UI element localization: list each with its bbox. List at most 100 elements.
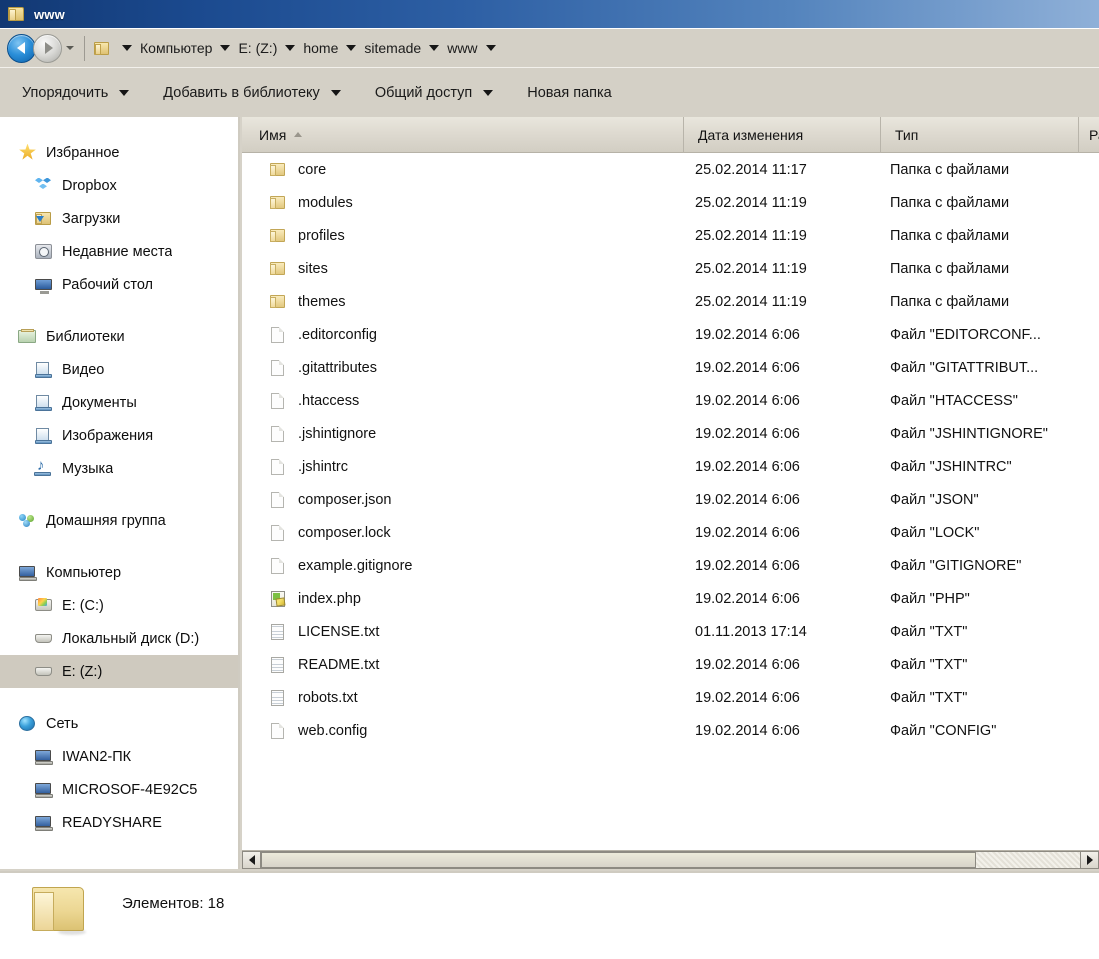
sidebar-group-homegroup[interactable]: Домашняя группа <box>0 504 238 537</box>
table-row[interactable]: robots.txt 19.02.2014 6:06 Файл "TXT" <box>242 681 1099 714</box>
horizontal-scrollbar[interactable] <box>242 850 1099 869</box>
toolbar-organize-button[interactable]: Упорядочить <box>22 84 130 101</box>
sidebar-item-desktop[interactable]: Рабочий стол <box>0 268 238 301</box>
file-date: 25.02.2014 11:19 <box>695 194 807 211</box>
chevron-down-icon <box>330 89 341 96</box>
forward-arrow-icon[interactable] <box>33 33 62 63</box>
breadcrumb[interactable]: Компьютер E: (Z:) home sitemade www <box>84 35 1099 61</box>
sidebar-item-music[interactable]: Музыка <box>0 452 238 485</box>
table-row[interactable]: LICENSE.txt 01.11.2013 17:14 Файл "TXT" <box>242 615 1099 648</box>
sidebar-item-label: Музыка <box>62 460 114 477</box>
chevron-right-icon[interactable] <box>485 45 496 51</box>
sidebar-item-pictures[interactable]: Изображения <box>0 419 238 452</box>
breadcrumb-item-2[interactable]: home <box>301 40 340 56</box>
table-row[interactable]: example.gitignore 19.02.2014 6:06 Файл "… <box>242 549 1099 582</box>
breadcrumb-item-1[interactable]: E: (Z:) <box>236 40 279 56</box>
folder-icon <box>269 293 289 311</box>
file-name: composer.lock <box>298 524 391 541</box>
file-name: sites <box>298 260 328 277</box>
chevron-right-icon[interactable] <box>346 45 357 51</box>
table-row[interactable]: README.txt 19.02.2014 6:06 Файл "TXT" <box>242 648 1099 681</box>
sidebar-item-video[interactable]: Видео <box>0 353 238 386</box>
table-row[interactable]: .gitattributes 19.02.2014 6:06 Файл "GIT… <box>242 351 1099 384</box>
sidebar-group-computer[interactable]: Компьютер <box>0 556 238 589</box>
pictures-library-icon <box>34 427 54 445</box>
sidebar-item-microsof-4e92c5[interactable]: MICROSOF-4E92C5 <box>0 773 238 806</box>
toolbar-item-label: Упорядочить <box>22 84 109 101</box>
file-name: composer.json <box>298 491 392 508</box>
blank-file-icon <box>269 359 289 377</box>
column-header-date-modified[interactable]: Дата изменения <box>683 117 880 153</box>
chevron-right-icon[interactable] <box>122 45 132 51</box>
desktop-icon <box>34 276 54 294</box>
table-row[interactable]: themes 25.02.2014 11:19 Папка с файлами <box>242 285 1099 318</box>
chevron-right-icon[interactable] <box>220 45 231 51</box>
sidebar-item-label: Изображения <box>62 427 154 444</box>
chevron-right-icon[interactable] <box>285 45 296 51</box>
back-arrow-icon[interactable] <box>7 33 36 63</box>
sidebar-group-libraries[interactable]: Библиотеки <box>0 320 238 353</box>
file-type: Папка с файлами <box>890 293 1010 310</box>
scroll-left-icon[interactable] <box>242 851 261 869</box>
scrollbar-thumb[interactable] <box>261 852 976 868</box>
column-header-name[interactable]: Имя <box>242 117 683 153</box>
file-type: Файл "EDITORCONF... <box>890 326 1041 343</box>
breadcrumb-item-0[interactable]: Компьютер <box>138 40 214 56</box>
table-row[interactable]: core 25.02.2014 11:17 Папка с файлами <box>242 153 1099 186</box>
table-row[interactable]: .jshintignore 19.02.2014 6:06 Файл "JSHI… <box>242 417 1099 450</box>
file-date: 19.02.2014 6:06 <box>695 722 800 739</box>
chevron-right-icon[interactable] <box>429 45 440 51</box>
toolbar-item-label: Добавить в библиотеку <box>163 84 320 101</box>
file-type: Файл "GITIGNORE" <box>890 557 1022 574</box>
file-type: Файл "PHP" <box>890 590 970 607</box>
recent-places-icon <box>34 243 54 261</box>
network-icon <box>18 715 38 733</box>
file-list-pane[interactable]: Имя Дата изменения Тип Ра core 25.02.201… <box>242 117 1099 850</box>
breadcrumb-item-3[interactable]: sitemade <box>362 40 423 56</box>
table-row[interactable]: web.config 19.02.2014 6:06 Файл "CONFIG" <box>242 714 1099 747</box>
column-header-size[interactable]: Ра <box>1078 117 1099 153</box>
table-row[interactable]: composer.json 19.02.2014 6:06 Файл "JSON… <box>242 483 1099 516</box>
sidebar-item-dropbox[interactable]: Dropbox <box>0 169 238 202</box>
toolbar-share-button[interactable]: Общий доступ <box>375 85 494 101</box>
file-type: Файл "JSON" <box>890 491 979 508</box>
navigation-pane[interactable]: Избранное Dropbox Загрузки Недавние мест… <box>0 117 240 869</box>
sidebar-item-readyshare[interactable]: READYSHARE <box>0 806 238 839</box>
table-row[interactable]: .editorconfig 19.02.2014 6:06 Файл "EDIT… <box>242 318 1099 351</box>
toolbar-add-to-library-button[interactable]: Добавить в библиотеку <box>163 85 341 101</box>
sidebar-item-recent-places[interactable]: Недавние места <box>0 235 238 268</box>
computer-icon <box>18 564 38 582</box>
table-row[interactable]: sites 25.02.2014 11:19 Папка с файлами <box>242 252 1099 285</box>
sidebar-group-favorites[interactable]: Избранное <box>0 136 238 169</box>
table-row[interactable]: .htaccess 19.02.2014 6:06 Файл "HTACCESS… <box>242 384 1099 417</box>
sidebar-item-iwan2-pk[interactable]: IWAN2-ПК <box>0 740 238 773</box>
table-row[interactable]: modules 25.02.2014 11:19 Папка с файлами <box>242 186 1099 219</box>
column-header-type[interactable]: Тип <box>880 117 1078 153</box>
blank-file-icon <box>269 557 289 575</box>
text-file-icon <box>269 689 289 707</box>
table-row[interactable]: index.php 19.02.2014 6:06 Файл "PHP" <box>242 582 1099 615</box>
scroll-right-icon[interactable] <box>1080 851 1099 869</box>
scrollbar-track[interactable] <box>261 851 1080 869</box>
chevron-down-icon[interactable] <box>66 46 74 50</box>
blank-file-icon <box>269 425 289 443</box>
table-row[interactable]: .jshintrc 19.02.2014 6:06 Файл "JSHINTRC… <box>242 450 1099 483</box>
sidebar-item-documents[interactable]: Документы <box>0 386 238 419</box>
file-name-cell: composer.json <box>242 491 683 509</box>
file-name-cell: web.config <box>242 722 683 740</box>
table-row[interactable]: profiles 25.02.2014 11:19 Папка с файлам… <box>242 219 1099 252</box>
sidebar-item-downloads[interactable]: Загрузки <box>0 202 238 235</box>
breadcrumb-item-4[interactable]: www <box>445 40 479 56</box>
sidebar-item-label: MICROSOF-4E92C5 <box>62 781 198 798</box>
sidebar-item-drive-z[interactable]: E: (Z:) <box>0 655 238 688</box>
table-row[interactable]: composer.lock 19.02.2014 6:06 Файл "LOCK… <box>242 516 1099 549</box>
file-name-cell: README.txt <box>242 656 683 674</box>
sidebar-item-drive-c[interactable]: E: (C:) <box>0 589 238 622</box>
drive-icon <box>34 630 54 648</box>
sidebar-item-drive-d[interactable]: Локальный диск (D:) <box>0 622 238 655</box>
toolbar-new-folder-button[interactable]: Новая папка <box>527 85 612 101</box>
sidebar-group-network[interactable]: Сеть <box>0 707 238 740</box>
